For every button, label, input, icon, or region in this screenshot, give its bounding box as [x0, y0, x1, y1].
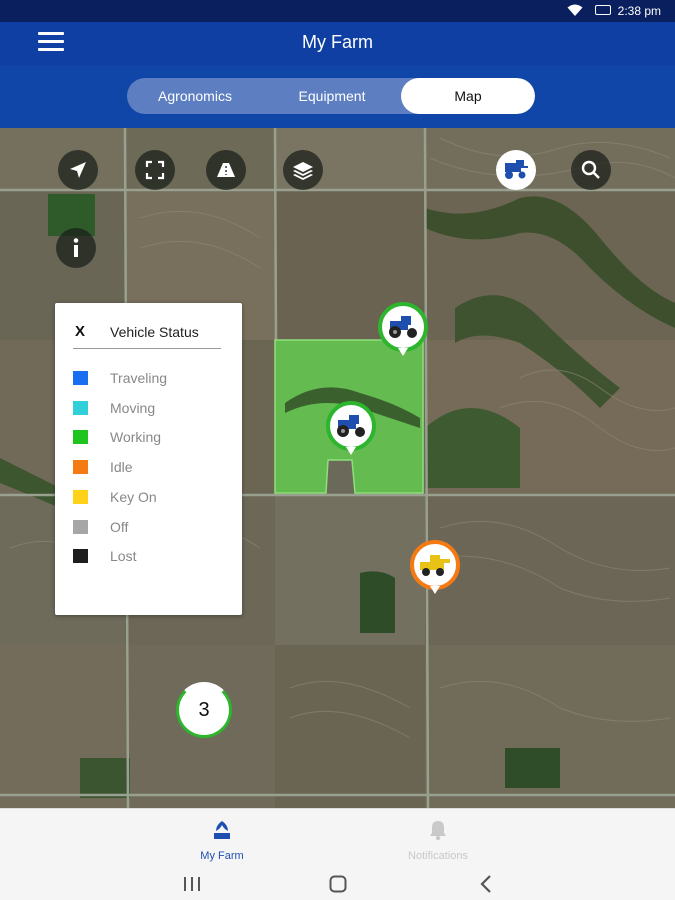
legend-divider — [73, 348, 221, 349]
legend-label: Idle — [110, 459, 133, 476]
battery-icon — [595, 5, 611, 15]
tab-agronomics[interactable]: Agronomics — [127, 78, 263, 114]
system-nav-bar — [0, 868, 675, 900]
bottom-nav: My Farm Notifications — [0, 808, 675, 868]
vehicle-cluster[interactable]: 3 — [176, 682, 232, 738]
app-bar: My Farm — [0, 22, 675, 66]
nav-notifications[interactable]: Notifications — [378, 819, 498, 862]
legend-label: Moving — [110, 399, 156, 416]
tractor-icon — [389, 316, 417, 338]
legend-close-button[interactable]: X — [75, 323, 85, 340]
tab-equipment[interactable]: Equipment — [263, 78, 401, 114]
marker-circle — [410, 540, 460, 590]
tractor-marker[interactable] — [326, 401, 376, 457]
road-icon[interactable] — [206, 150, 246, 190]
tab-bar: Agronomics Equipment Map — [0, 66, 675, 128]
nav-label: My Farm — [200, 850, 244, 862]
marker-circle — [326, 401, 376, 451]
back-icon[interactable] — [478, 874, 494, 894]
legend-swatch — [73, 371, 88, 385]
legend-label: Traveling — [110, 370, 168, 386]
recent-apps-icon[interactable] — [182, 875, 202, 893]
layers-icon[interactable] — [283, 150, 323, 190]
info-icon[interactable] — [56, 228, 96, 268]
legend-swatch — [73, 489, 88, 504]
status-bar: 2:38 pm — [0, 0, 675, 22]
equipment-filter-icon[interactable] — [496, 150, 536, 190]
marker-tip — [398, 348, 408, 356]
bell-icon — [430, 821, 446, 841]
legend-label: Lost — [110, 548, 137, 565]
marker-tip — [346, 447, 356, 455]
nav-label: Notifications — [408, 850, 468, 862]
location-arrow-icon[interactable] — [58, 150, 98, 190]
farm-icon — [214, 821, 230, 839]
legend-swatch — [73, 400, 88, 415]
legend-label: Working — [110, 429, 162, 446]
fullscreen-icon[interactable] — [135, 150, 175, 190]
legend-swatch — [73, 460, 88, 475]
home-icon[interactable] — [328, 874, 348, 894]
legend-label: Key On — [110, 488, 157, 505]
marker-circle — [378, 302, 428, 352]
marker-tip — [430, 586, 440, 594]
combine-icon — [420, 555, 450, 576]
tractor-marker[interactable] — [378, 302, 428, 358]
combine-marker[interactable] — [410, 540, 460, 596]
segmented-control: Agronomics Equipment Map — [127, 78, 535, 114]
tab-map[interactable]: Map — [401, 78, 535, 114]
status-time: 2:38 pm — [617, 4, 661, 18]
legend-swatch — [73, 519, 88, 534]
legend-swatch — [73, 430, 88, 445]
search-icon[interactable] — [571, 150, 611, 190]
legend-swatch — [73, 549, 88, 564]
nav-my-farm[interactable]: My Farm — [162, 819, 282, 862]
legend-label: Off — [110, 518, 129, 535]
map-view[interactable]: X Vehicle Status Traveling Moving Working I… — [0, 128, 675, 808]
page-title: My Farm — [302, 32, 373, 52]
vehicle-status-legend: X Vehicle Status Traveling Moving Working I… — [55, 303, 242, 615]
tractor-icon — [337, 415, 365, 437]
wifi-icon — [567, 4, 583, 16]
legend-title: Vehicle Status — [110, 324, 199, 340]
